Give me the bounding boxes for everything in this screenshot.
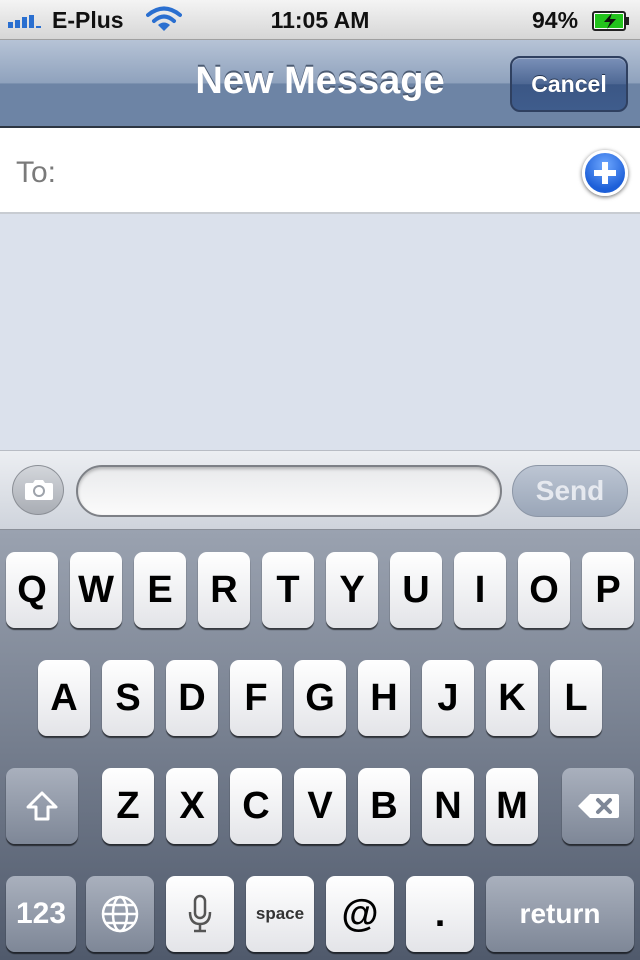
key-k[interactable]: K	[486, 660, 538, 736]
microphone-icon	[188, 894, 212, 933]
space-key[interactable]: space	[246, 876, 314, 952]
battery-icon	[592, 10, 630, 31]
shift-key[interactable]	[6, 768, 78, 844]
globe-icon	[101, 895, 139, 933]
to-label: To:	[16, 156, 57, 189]
key-a[interactable]: A	[38, 660, 90, 736]
numbers-key[interactable]: 123	[6, 876, 76, 952]
return-key[interactable]: return	[486, 876, 634, 952]
key-r[interactable]: R	[198, 552, 250, 628]
key-g[interactable]: G	[294, 660, 346, 736]
key-s[interactable]: S	[102, 660, 154, 736]
key-f[interactable]: F	[230, 660, 282, 736]
delete-key[interactable]	[562, 768, 634, 844]
key-z[interactable]: Z	[102, 768, 154, 844]
key-h[interactable]: H	[358, 660, 410, 736]
battery-percent: 94%	[532, 7, 579, 33]
key-c[interactable]: C	[230, 768, 282, 844]
key-n[interactable]: N	[422, 768, 474, 844]
key-b[interactable]: B	[358, 768, 410, 844]
key-v[interactable]: V	[294, 768, 346, 844]
keyboard: Q W E R T Y U I O P A S D F G H J K L Z …	[0, 530, 640, 960]
key-t[interactable]: T	[262, 552, 314, 628]
message-thread-area	[0, 214, 640, 450]
send-button[interactable]: Send	[512, 465, 628, 517]
key-d[interactable]: D	[166, 660, 218, 736]
camera-button[interactable]	[12, 465, 64, 515]
microphone-key[interactable]	[166, 876, 234, 952]
key-o[interactable]: O	[518, 552, 570, 628]
key-x[interactable]: X	[166, 768, 218, 844]
cancel-button[interactable]: Cancel	[510, 56, 628, 112]
key-l[interactable]: L	[550, 660, 602, 736]
key-p[interactable]: P	[582, 552, 634, 628]
recipient-field[interactable]: To:	[0, 128, 640, 214]
key-e[interactable]: E	[134, 552, 186, 628]
message-input[interactable]	[76, 465, 502, 517]
key-m[interactable]: M	[486, 768, 538, 844]
backspace-icon	[578, 794, 619, 818]
camera-icon	[25, 480, 53, 500]
shift-arrow-icon	[26, 791, 58, 821]
key-w[interactable]: W	[70, 552, 122, 628]
status-bar: E-Plus 11:05 AM 94%	[0, 0, 640, 40]
globe-key[interactable]	[86, 876, 154, 952]
key-j[interactable]: J	[422, 660, 474, 736]
compose-bar: Send	[0, 450, 640, 530]
key-y[interactable]: Y	[326, 552, 378, 628]
key-i[interactable]: I	[454, 552, 506, 628]
key-q[interactable]: Q	[6, 552, 58, 628]
plus-circle-icon	[594, 162, 616, 184]
at-key[interactable]: @	[326, 876, 394, 952]
add-contact-button[interactable]	[582, 150, 628, 196]
navigation-bar: New Message Cancel	[0, 40, 640, 128]
period-key[interactable]: .	[406, 876, 474, 952]
key-u[interactable]: U	[390, 552, 442, 628]
